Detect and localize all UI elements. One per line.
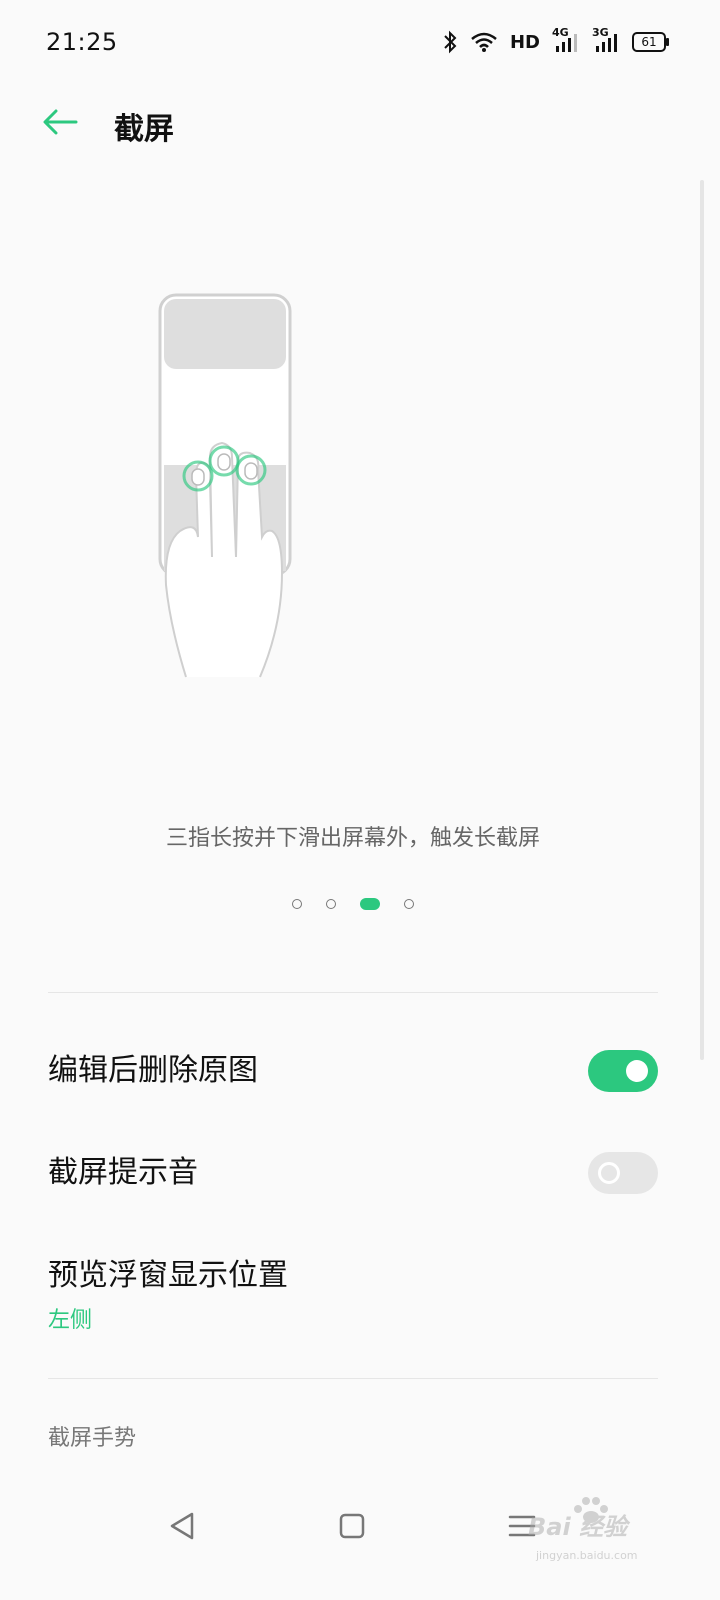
page-title: 截屏 bbox=[114, 112, 174, 147]
toggle-knob bbox=[598, 1162, 620, 1184]
status-icons: HD 4G 3G 61 bbox=[442, 26, 669, 54]
divider-bottom bbox=[48, 1378, 658, 1379]
hd-icon: HD bbox=[509, 31, 540, 53]
divider-top bbox=[48, 992, 658, 993]
bluetooth-icon bbox=[444, 30, 457, 54]
page-dot-1[interactable] bbox=[292, 899, 302, 909]
home-square-icon bbox=[339, 1513, 365, 1539]
three-finger-swipe-illustration bbox=[158, 293, 292, 678]
battery-icon: 61 bbox=[632, 32, 669, 52]
setting-screenshot-sound[interactable]: 截屏提示音 bbox=[48, 1152, 658, 1194]
setting-delete-original-label: 编辑后删除原图 bbox=[48, 1053, 258, 1088]
toggle-knob bbox=[626, 1060, 648, 1082]
page-dot-2[interactable] bbox=[326, 899, 336, 909]
screenshot-sound-toggle[interactable] bbox=[588, 1152, 658, 1194]
status-bar: 21:25 HD 4G 3G 61 bbox=[0, 0, 720, 90]
watermark-brand: Bai 经验 bbox=[528, 1513, 628, 1541]
page-indicator[interactable] bbox=[292, 896, 414, 912]
tutorial-tip: 三指长按并下滑出屏幕外，触发长截屏 bbox=[165, 826, 540, 851]
nav-home-button[interactable] bbox=[334, 1508, 370, 1544]
setting-preview-position-label: 预览浮窗显示位置 bbox=[48, 1258, 288, 1293]
back-arrow-icon bbox=[43, 109, 78, 135]
nav-back-button[interactable] bbox=[164, 1508, 200, 1544]
scroll-indicator[interactable] bbox=[700, 180, 704, 1060]
setting-preview-position[interactable]: 预览浮窗显示位置 左侧 bbox=[48, 1250, 658, 1334]
watermark: Bai 经验 jingyan.baidu.com bbox=[526, 1493, 666, 1583]
tutorial-illustration bbox=[150, 285, 310, 695]
wifi-icon bbox=[471, 32, 497, 52]
header: 截屏 bbox=[0, 90, 720, 154]
page-dot-3-active[interactable] bbox=[360, 898, 380, 910]
signal-4g-icon: 4G bbox=[552, 26, 580, 54]
watermark-url: jingyan.baidu.com bbox=[536, 1549, 638, 1562]
setting-delete-original[interactable]: 编辑后删除原图 bbox=[48, 1050, 658, 1092]
delete-original-toggle[interactable] bbox=[588, 1050, 658, 1092]
setting-preview-position-value: 左侧 bbox=[48, 1308, 93, 1333]
section-header-gestures: 截屏手势 bbox=[48, 1426, 137, 1451]
page-dot-4[interactable] bbox=[404, 899, 414, 909]
back-triangle-icon bbox=[170, 1512, 194, 1540]
signal-3g-icon: 3G bbox=[592, 26, 620, 54]
back-button[interactable] bbox=[40, 102, 80, 142]
status-time: 21:25 bbox=[46, 28, 118, 56]
setting-screenshot-sound-label: 截屏提示音 bbox=[48, 1155, 198, 1190]
